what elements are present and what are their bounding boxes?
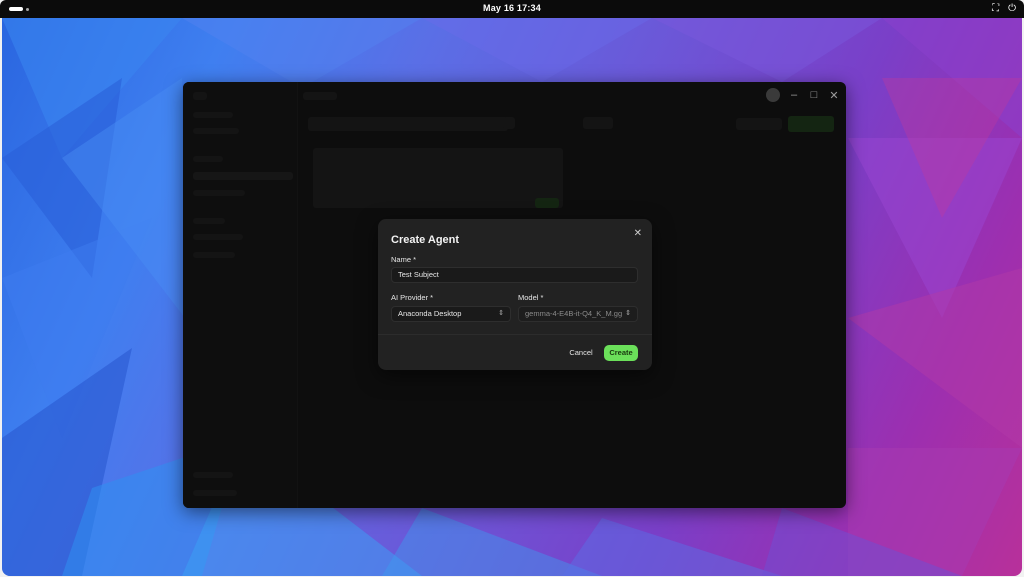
provider-select[interactable]: Anaconda Desktop ⇕ [391, 306, 511, 322]
model-value: gemma-4-E4B-it-Q4_K_M.gg [525, 309, 623, 318]
cancel-button[interactable]: Cancel [563, 345, 599, 361]
chevron-updown-icon: ⇕ [625, 310, 631, 317]
chevron-updown-icon: ⇕ [498, 310, 504, 317]
create-button[interactable]: Create [604, 345, 638, 361]
dialog-divider [378, 334, 652, 335]
top-bar: May 16 17:34 ⛶ ⏻ [0, 0, 1024, 18]
system-tray[interactable]: ⛶ ⏻ [992, 2, 1016, 16]
power-icon[interactable]: ⏻ [1008, 2, 1016, 16]
create-agent-dialog: Create Agent ✕ Name * Test Subject AI Pr… [378, 219, 652, 370]
name-label: Name * [391, 255, 417, 264]
model-select[interactable]: gemma-4-E4B-it-Q4_K_M.gg ⇕ [518, 306, 638, 322]
dialog-title: Create Agent [391, 234, 460, 246]
provider-label: AI Provider * [391, 293, 434, 302]
model-label: Model * [518, 293, 544, 302]
provider-value: Anaconda Desktop [398, 309, 462, 318]
network-icon[interactable]: ⛶ [992, 2, 999, 16]
clock[interactable]: May 16 17:34 [0, 3, 1024, 13]
close-icon[interactable]: ✕ [634, 228, 642, 239]
name-field[interactable]: Test Subject [391, 267, 638, 283]
